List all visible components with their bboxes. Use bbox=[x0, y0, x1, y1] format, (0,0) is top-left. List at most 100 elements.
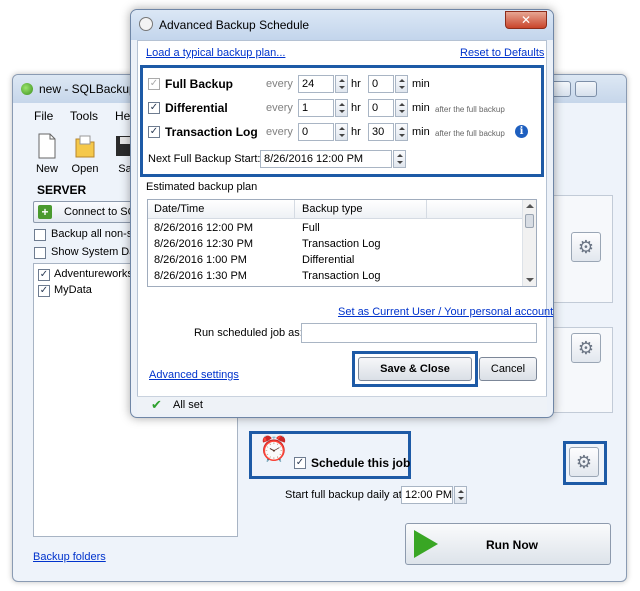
differential-minutes-spinner[interactable] bbox=[395, 99, 408, 117]
status-text: All set bbox=[173, 399, 203, 411]
backup-all-label: Backup all non-sy bbox=[51, 228, 138, 240]
start-daily-label: Start full backup daily at: bbox=[285, 489, 405, 501]
min-label: min bbox=[412, 78, 430, 90]
alarm-clock-icon: ⏰ bbox=[259, 436, 289, 463]
row-datetime: 8/26/2016 1:00 PM bbox=[154, 254, 247, 266]
every-label: every bbox=[266, 126, 293, 138]
app-logo-icon bbox=[21, 83, 33, 95]
scroll-thumb[interactable] bbox=[525, 214, 534, 228]
start-daily-time-spinner[interactable] bbox=[454, 486, 467, 504]
next-start-field[interactable]: 8/26/2016 12:00 PM bbox=[260, 150, 392, 168]
show-system-checkbox[interactable] bbox=[34, 247, 46, 259]
transaction-log-checkbox[interactable]: ✓ bbox=[148, 126, 160, 138]
column-header-backup-type[interactable]: Backup type bbox=[302, 203, 363, 215]
close-button[interactable]: ✕ bbox=[505, 11, 547, 29]
plan-scrollbar[interactable] bbox=[522, 200, 536, 286]
plan-table-header: Date/Time Backup type bbox=[148, 200, 522, 219]
gear-check-button[interactable]: ⚙ bbox=[571, 232, 601, 262]
full-backup-minutes-spinner[interactable] bbox=[395, 75, 408, 93]
save-close-button[interactable]: Save & Close bbox=[358, 357, 472, 381]
transaction-log-hours-spinner[interactable] bbox=[335, 123, 348, 141]
full-backup-label: Full Backup bbox=[165, 77, 234, 91]
transaction-log-hours-field[interactable]: 0 bbox=[298, 123, 334, 141]
new-icon bbox=[38, 133, 56, 159]
toolbar-open-button[interactable]: Open bbox=[67, 133, 103, 179]
every-label: every bbox=[266, 78, 293, 90]
table-row[interactable]: 8/26/2016 1:00 PM Differential bbox=[148, 253, 522, 269]
set-user-link[interactable]: Set as Current User / Your personal acco… bbox=[338, 306, 553, 318]
differential-label: Differential bbox=[165, 101, 228, 115]
min-label: min bbox=[412, 102, 430, 114]
column-separator bbox=[294, 200, 295, 219]
full-backup-checkbox[interactable]: ✓ bbox=[148, 78, 160, 90]
row-datetime: 8/26/2016 12:30 PM bbox=[154, 238, 254, 250]
menu-help[interactable]: He bbox=[115, 109, 130, 123]
toolbar-new-label: New bbox=[35, 163, 58, 175]
full-backup-hours-spinner[interactable] bbox=[335, 75, 348, 93]
next-start-label: Next Full Backup Start: bbox=[148, 153, 261, 165]
advanced-backup-schedule-dialog: Advanced Backup Schedule ✕ Load a typica… bbox=[130, 9, 554, 418]
database-checkbox[interactable]: ✓ bbox=[38, 269, 50, 281]
table-row[interactable]: 8/26/2016 1:30 PM Transaction Log bbox=[148, 269, 522, 285]
dialog-body: Load a typical backup plan... Reset to D… bbox=[137, 40, 553, 413]
backup-all-checkbox[interactable] bbox=[34, 229, 46, 241]
schedule-settings-button[interactable]: ⚙ bbox=[569, 447, 599, 477]
every-label: every bbox=[266, 102, 293, 114]
start-daily-time-field[interactable]: 12:00 PM bbox=[401, 486, 453, 504]
column-header-datetime[interactable]: Date/Time bbox=[154, 203, 204, 215]
reset-defaults-link[interactable]: Reset to Defaults bbox=[460, 47, 544, 59]
full-backup-minutes-field[interactable]: 0 bbox=[368, 75, 394, 93]
database-name[interactable]: MyData bbox=[54, 284, 92, 296]
schedule-job-label: Schedule this job bbox=[311, 456, 411, 470]
schedule-job-checkbox[interactable]: ✓ bbox=[294, 457, 306, 469]
hr-label: hr bbox=[351, 102, 361, 114]
cancel-button[interactable]: Cancel bbox=[479, 357, 537, 381]
check-icon: ✔ bbox=[151, 397, 162, 412]
advanced-settings-link[interactable]: Advanced settings bbox=[149, 369, 239, 381]
toolbar-open-label: Open bbox=[71, 163, 99, 175]
info-icon[interactable]: i bbox=[515, 125, 528, 138]
differential-minutes-field[interactable]: 0 bbox=[368, 99, 394, 117]
transaction-log-minutes-spinner[interactable] bbox=[395, 123, 408, 141]
differential-hours-spinner[interactable] bbox=[335, 99, 348, 117]
transaction-log-minutes-field[interactable]: 30 bbox=[368, 123, 394, 141]
run-as-input[interactable] bbox=[301, 323, 537, 343]
differential-checkbox[interactable]: ✓ bbox=[148, 102, 160, 114]
dialog-title-bar: Advanced Backup Schedule ✕ bbox=[131, 10, 553, 40]
show-system-label: Show System Da bbox=[51, 246, 136, 258]
menu-tools[interactable]: Tools bbox=[70, 109, 98, 123]
backup-folders-link[interactable]: Backup folders bbox=[33, 551, 106, 563]
dialog-title: Advanced Backup Schedule bbox=[159, 18, 310, 32]
load-typical-plan-link[interactable]: Load a typical backup plan... bbox=[146, 47, 285, 59]
hr-label: hr bbox=[351, 126, 361, 138]
after-full-note: after the full backup bbox=[435, 129, 505, 138]
run-now-button[interactable]: Run Now bbox=[405, 523, 611, 565]
column-separator bbox=[426, 200, 427, 219]
differential-hours-field[interactable]: 1 bbox=[298, 99, 334, 117]
database-checkbox[interactable]: ✓ bbox=[38, 285, 50, 297]
gear-button-disabled[interactable]: ⚙ bbox=[571, 333, 601, 363]
full-backup-hours-field[interactable]: 24 bbox=[298, 75, 334, 93]
gear-icon: ⚙ bbox=[577, 338, 595, 358]
play-icon bbox=[414, 530, 438, 558]
table-row[interactable]: 8/26/2016 12:00 PM Full bbox=[148, 221, 522, 237]
database-name[interactable]: Adventureworks bbox=[54, 268, 133, 280]
plan-title: Estimated backup plan bbox=[146, 181, 258, 193]
next-start-spinner[interactable] bbox=[393, 150, 406, 168]
scroll-down-arrow[interactable] bbox=[526, 278, 534, 282]
transaction-log-label: Transaction Log bbox=[165, 125, 258, 139]
hr-label: hr bbox=[351, 78, 361, 90]
table-row[interactable]: 8/26/2016 12:30 PM Transaction Log bbox=[148, 237, 522, 253]
maximize-button[interactable] bbox=[575, 81, 597, 97]
add-connection-icon: + bbox=[38, 205, 52, 219]
scroll-up-arrow[interactable] bbox=[526, 204, 534, 208]
run-now-label: Run Now bbox=[486, 538, 538, 552]
gear-icon: ⚙ bbox=[575, 452, 593, 472]
after-full-note: after the full backup bbox=[435, 105, 505, 114]
open-folder-icon bbox=[75, 135, 95, 158]
server-header: SERVER bbox=[37, 183, 87, 197]
status-bar: ✔ All set bbox=[137, 396, 547, 414]
row-datetime: 8/26/2016 12:00 PM bbox=[154, 222, 254, 234]
menu-file[interactable]: File bbox=[34, 109, 53, 123]
toolbar-new-button[interactable]: New bbox=[29, 133, 65, 179]
